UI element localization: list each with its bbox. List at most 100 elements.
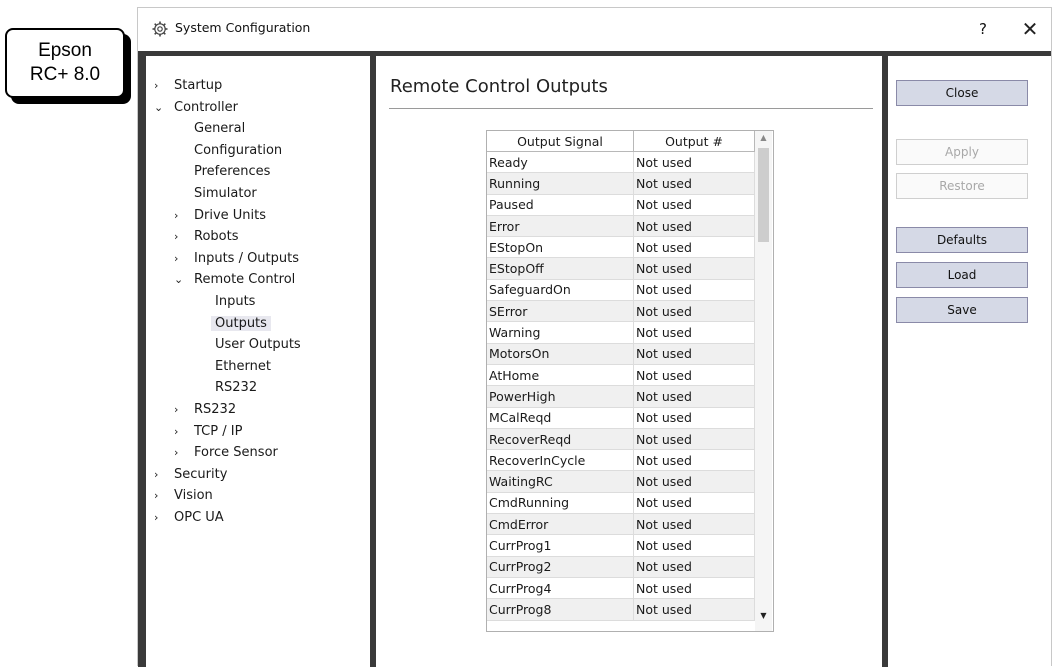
tree-item[interactable]: › TCP / IP	[174, 422, 242, 442]
output-number-cell[interactable]: Not used	[633, 151, 755, 174]
table-row[interactable]: CmdRunning Not used	[487, 492, 755, 515]
output-number-cell[interactable]: Not used	[633, 407, 755, 429]
output-signal-cell[interactable]: AtHome	[487, 364, 634, 387]
table-row[interactable]: AtHome Not used	[487, 364, 755, 387]
chevron-right-icon[interactable]: ›	[174, 227, 194, 247]
output-number-cell[interactable]: Not used	[633, 321, 755, 344]
defaults-button[interactable]: Defaults	[896, 227, 1028, 253]
table-row[interactable]: SError Not used	[487, 300, 755, 323]
output-signal-cell[interactable]: MotorsOn	[487, 343, 634, 365]
output-signal-cell[interactable]: Warning	[487, 321, 634, 344]
chevron-right-icon[interactable]: ›	[174, 443, 194, 463]
output-signal-cell[interactable]: EStopOn	[487, 236, 634, 259]
close-button[interactable]: Close	[896, 80, 1028, 106]
table-row[interactable]: PowerHigh Not used	[487, 385, 755, 408]
tree-item[interactable]: ⌄ Remote Control	[174, 270, 295, 290]
table-row[interactable]: EStopOn Not used	[487, 236, 755, 259]
chevron-right-icon[interactable]: ›	[154, 508, 174, 528]
table-row[interactable]: EStopOff Not used	[487, 257, 755, 280]
tree-item[interactable]: › Startup	[154, 76, 222, 96]
chevron-down-icon[interactable]: ⌄	[154, 98, 174, 118]
tree-item[interactable]: › Vision	[154, 486, 213, 506]
output-signal-cell[interactable]: Running	[487, 172, 634, 195]
tree-item[interactable]: Ethernet	[215, 357, 271, 377]
tree-item[interactable]: Configuration	[194, 141, 282, 161]
table-row[interactable]: Paused Not used	[487, 194, 755, 216]
output-number-cell[interactable]: Not used	[633, 385, 755, 408]
window-close-button[interactable]: ✕	[1013, 14, 1047, 44]
output-number-cell[interactable]: Not used	[633, 556, 755, 578]
table-row[interactable]: Error Not used	[487, 215, 755, 238]
output-number-cell[interactable]: Not used	[633, 492, 755, 515]
tree-item[interactable]: › RS232	[174, 400, 236, 420]
output-number-cell[interactable]: Not used	[633, 236, 755, 259]
tree-item[interactable]: Simulator	[194, 184, 257, 204]
tree-item[interactable]: ⌄ Controller	[154, 98, 238, 118]
output-number-cell[interactable]: Not used	[633, 343, 755, 365]
output-signal-cell[interactable]: Paused	[487, 194, 634, 216]
output-signal-cell[interactable]: EStopOff	[487, 257, 634, 280]
table-row[interactable]: Warning Not used	[487, 321, 755, 344]
column-header-output-signal[interactable]: Output Signal	[487, 131, 634, 152]
output-signal-cell[interactable]: RecoverInCycle	[487, 449, 634, 472]
output-signal-cell[interactable]: CurrProg2	[487, 556, 634, 578]
tree-item[interactable]: Inputs	[215, 292, 255, 312]
output-signal-cell[interactable]: RecoverReqd	[487, 428, 634, 451]
output-signal-cell[interactable]: CmdError	[487, 513, 634, 536]
table-row[interactable]: MCalReqd Not used	[487, 407, 755, 429]
chevron-down-icon[interactable]: ⌄	[174, 270, 194, 290]
output-signal-cell[interactable]: WaitingRC	[487, 470, 634, 493]
chevron-right-icon[interactable]: ›	[154, 465, 174, 485]
table-row[interactable]: CurrProg2 Not used	[487, 556, 755, 578]
apply-button[interactable]: Apply	[896, 139, 1028, 165]
tree-item[interactable]: General	[194, 119, 245, 139]
tree-item[interactable]: Preferences	[194, 162, 270, 182]
tree-item[interactable]: User Outputs	[215, 335, 301, 355]
table-row[interactable]: WaitingRC Not used	[487, 470, 755, 493]
output-signal-cell[interactable]: CurrProg8	[487, 598, 634, 621]
output-number-cell[interactable]: Not used	[633, 172, 755, 195]
chevron-right-icon[interactable]: ›	[174, 249, 194, 269]
output-number-cell[interactable]: Not used	[633, 470, 755, 493]
chevron-right-icon[interactable]: ›	[174, 422, 194, 442]
tree-item[interactable]: › Drive Units	[174, 206, 266, 226]
table-row[interactable]: RecoverInCycle Not used	[487, 449, 755, 472]
output-signal-cell[interactable]: SError	[487, 300, 634, 323]
tree-item[interactable]: Outputs	[211, 314, 271, 334]
output-number-cell[interactable]: Not used	[633, 257, 755, 280]
output-number-cell[interactable]: Not used	[633, 534, 755, 557]
chevron-right-icon[interactable]: ›	[174, 400, 194, 420]
output-signal-cell[interactable]: MCalReqd	[487, 407, 634, 429]
scroll-thumb[interactable]	[758, 148, 769, 242]
column-header-output-number[interactable]: Output #	[633, 131, 755, 152]
load-button[interactable]: Load	[896, 262, 1028, 288]
output-number-cell[interactable]: Not used	[633, 428, 755, 451]
output-number-cell[interactable]: Not used	[633, 194, 755, 216]
table-row[interactable]: MotorsOn Not used	[487, 343, 755, 365]
scroll-up-icon[interactable]: ▲	[755, 133, 772, 147]
chevron-right-icon[interactable]: ›	[154, 486, 174, 506]
tree-item[interactable]: › Inputs / Outputs	[174, 249, 299, 269]
table-row[interactable]: SafeguardOn Not used	[487, 279, 755, 302]
output-signal-cell[interactable]: CmdRunning	[487, 492, 634, 515]
table-row[interactable]: Running Not used	[487, 172, 755, 195]
output-number-cell[interactable]: Not used	[633, 279, 755, 302]
output-signal-cell[interactable]: CurrProg4	[487, 577, 634, 600]
table-row[interactable]: CurrProg8 Not used	[487, 598, 755, 621]
output-number-cell[interactable]: Not used	[633, 215, 755, 238]
tree-item[interactable]: › Security	[154, 465, 227, 485]
tree-item[interactable]: › Robots	[174, 227, 238, 247]
table-row[interactable]: CurrProg4 Not used	[487, 577, 755, 600]
table-row[interactable]: CmdError Not used	[487, 513, 755, 536]
output-signal-cell[interactable]: PowerHigh	[487, 385, 634, 408]
help-button[interactable]: ?	[966, 14, 1000, 44]
save-button[interactable]: Save	[896, 297, 1028, 323]
output-number-cell[interactable]: Not used	[633, 577, 755, 600]
output-signal-cell[interactable]: SafeguardOn	[487, 279, 634, 302]
vertical-scrollbar[interactable]: ▲ ▼	[755, 131, 772, 631]
table-row[interactable]: RecoverReqd Not used	[487, 428, 755, 451]
restore-button[interactable]: Restore	[896, 173, 1028, 199]
output-number-cell[interactable]: Not used	[633, 364, 755, 387]
scroll-down-icon[interactable]: ▼	[755, 611, 772, 625]
output-number-cell[interactable]: Not used	[633, 513, 755, 536]
